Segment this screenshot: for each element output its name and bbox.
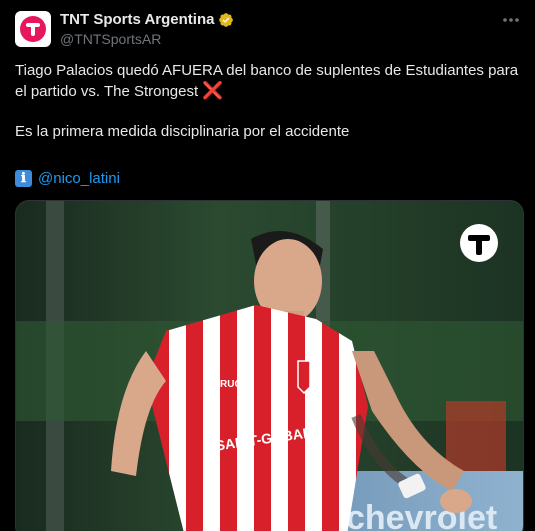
cross-mark-icon: ❌ <box>202 81 224 100</box>
tweet-header: TNT Sports Argentina @TNTSportsAR <box>15 10 525 50</box>
verified-badge-icon <box>219 12 234 27</box>
tweet-text-line1: Tiago Palacios quedó AFUERA del banco de… <box>15 62 519 100</box>
more-icon[interactable] <box>501 10 521 30</box>
display-name[interactable]: TNT Sports Argentina <box>60 11 214 28</box>
kit-brand-text: RUGE <box>220 379 249 390</box>
banner-text: chevrolet <box>346 499 497 531</box>
author-names: TNT Sports Argentina @TNTSportsAR <box>60 11 234 47</box>
mention-link[interactable]: @nico_latini <box>38 170 120 187</box>
tweet-text: Tiago Palacios quedó AFUERA del banco de… <box>15 61 525 142</box>
info-icon: ℹ <box>15 170 32 187</box>
tnt-watermark-icon <box>460 224 498 262</box>
tweet-media-image[interactable]: chevrolet SAINT-GOBAIN RUGE <box>15 200 524 531</box>
avatar[interactable] <box>15 11 51 47</box>
tweet-text-line2: Es la primera medida disciplinaria por e… <box>15 123 350 140</box>
player-photo: chevrolet SAINT-GOBAIN RUGE <box>16 201 523 531</box>
handle[interactable]: @TNTSportsAR <box>60 31 234 47</box>
credit-line: ℹ @nico_latini <box>15 170 120 187</box>
tnt-logo-icon <box>20 16 46 42</box>
